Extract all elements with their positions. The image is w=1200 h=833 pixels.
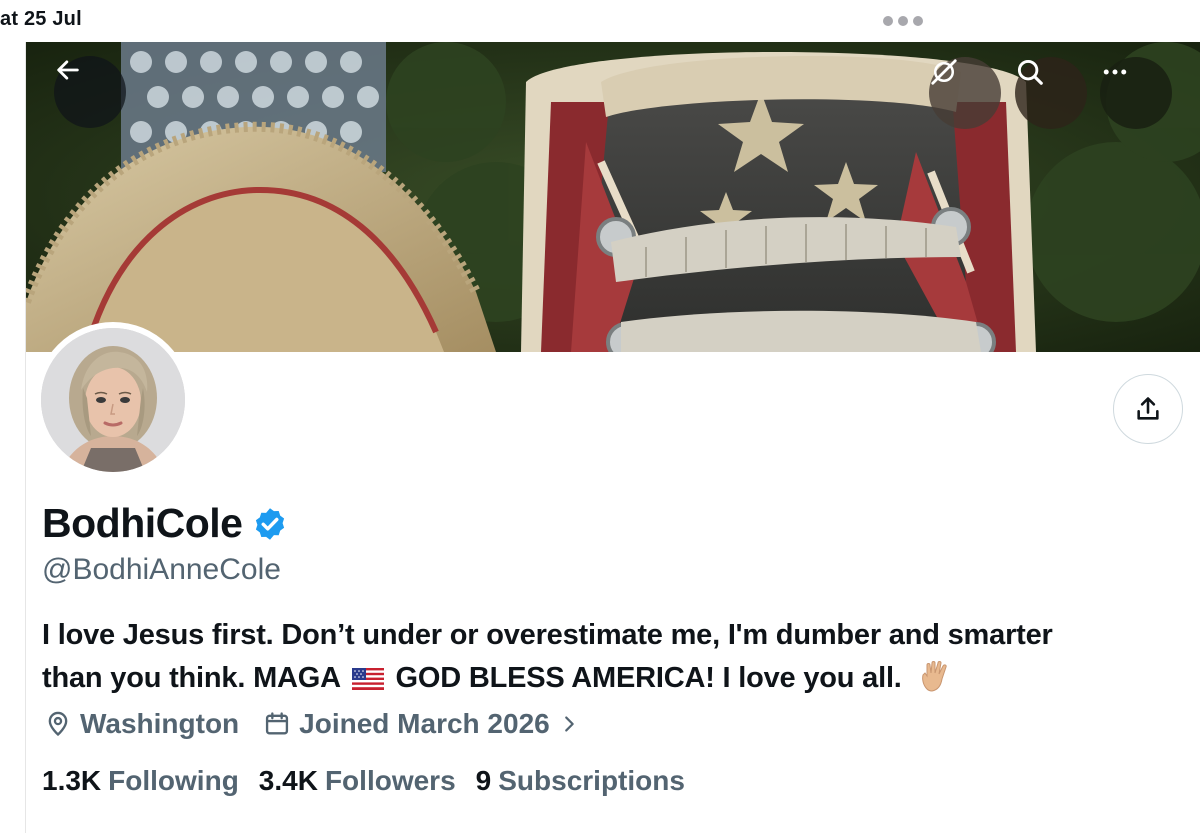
bio-line-2: than you think. MAGA GOD BLESS AMERICA! …	[42, 657, 1192, 706]
grok-icon	[931, 59, 957, 85]
following-label: Following	[108, 765, 239, 796]
followers-stat[interactable]: 3.4K Followers	[259, 765, 456, 797]
verified-badge-icon[interactable]	[252, 506, 288, 542]
subscriptions-stat[interactable]: 9 Subscriptions	[476, 765, 685, 797]
arrow-left-icon	[57, 60, 79, 80]
bio-line-1: I love Jesus first. Don’t under or overe…	[42, 619, 1053, 651]
location-item: Washington	[44, 708, 239, 740]
followers-label: Followers	[324, 765, 456, 796]
profile-banner	[26, 42, 1200, 352]
profile-page: at 25 Jul BodhiCole @BodhiAnneCole I lov…	[0, 0, 1200, 833]
more-horizontal-icon	[1103, 69, 1127, 75]
multitasking-handle[interactable]	[883, 16, 923, 26]
user-handle: @BodhiAnneCole	[42, 553, 281, 586]
avatar-photo	[41, 328, 185, 472]
status-bar-time: at 25 Jul	[0, 8, 82, 30]
location-text: Washington	[80, 708, 240, 739]
display-name-row: BodhiCole	[42, 500, 288, 547]
chevron-right-icon	[564, 716, 574, 732]
profile-bio: I love Jesus first. Don’t under or overe…	[42, 614, 1192, 706]
profile-meta-row: Washington Joined March 2026	[44, 708, 580, 740]
grok-button[interactable]	[929, 57, 1001, 129]
profile-avatar[interactable]	[35, 322, 191, 478]
display-name: BodhiCole	[42, 500, 243, 546]
bio-line-2-text-b: GOD BLESS AMERICA! I love you all.	[395, 662, 902, 694]
us-flag-emoji	[351, 668, 384, 690]
more-options-button[interactable]	[1100, 57, 1172, 129]
bio-line-2-text-a: than you think. MAGA	[42, 662, 340, 694]
subscriptions-label: Subscriptions	[498, 765, 685, 796]
calendar-icon	[266, 712, 289, 735]
subscriptions-count: 9	[475, 765, 492, 796]
us-flag-emoji-icon	[351, 660, 384, 703]
search-button[interactable]	[1015, 57, 1087, 129]
joined-date-text: Joined March 2026	[299, 708, 550, 739]
following-stat[interactable]: 1.3K Following	[42, 765, 239, 797]
vulcan-salute-emoji-icon	[918, 659, 952, 706]
followers-count: 3.4K	[258, 765, 318, 796]
back-button[interactable]	[54, 56, 126, 128]
profile-stats-row: 1.3K Following 3.4K Followers 9 Subscrip…	[42, 765, 705, 797]
share-icon	[1137, 397, 1159, 420]
vulcan-salute-emoji	[921, 661, 947, 692]
following-count: 1.3K	[42, 765, 102, 796]
share-profile-button[interactable]	[1113, 374, 1183, 444]
location-pin-icon	[48, 711, 68, 737]
joined-date-item[interactable]: Joined March 2026	[263, 708, 580, 740]
search-icon	[1017, 59, 1043, 85]
